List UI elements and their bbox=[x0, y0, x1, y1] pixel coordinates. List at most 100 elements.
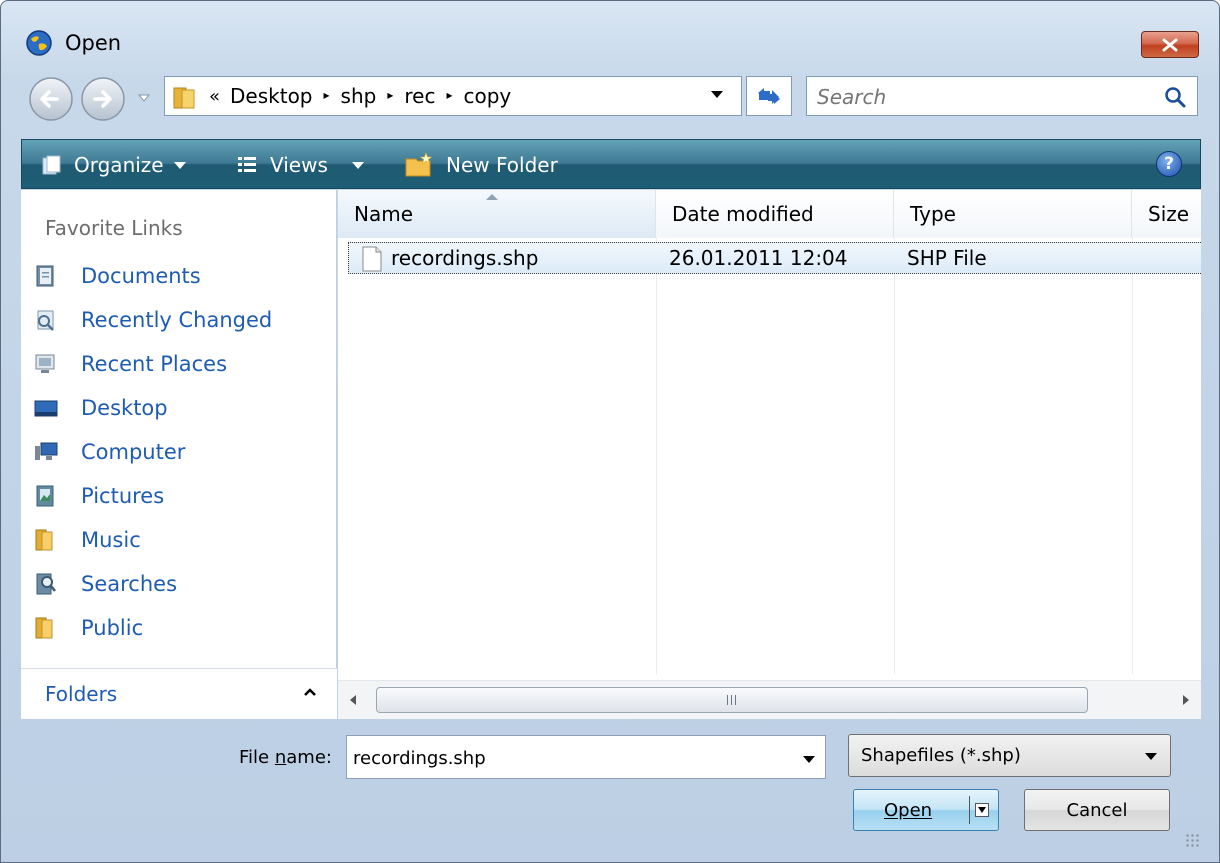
close-button[interactable] bbox=[1141, 31, 1199, 58]
views-button[interactable]: Views bbox=[236, 150, 364, 180]
cancel-button[interactable]: Cancel bbox=[1024, 789, 1170, 831]
file-name-combo[interactable] bbox=[346, 735, 826, 779]
window-title: Open bbox=[65, 31, 122, 55]
organize-icon bbox=[42, 155, 61, 175]
resize-grip-icon[interactable] bbox=[1185, 833, 1201, 849]
sidebar-item-computer[interactable]: Computer bbox=[33, 434, 323, 470]
new-folder-icon bbox=[405, 152, 433, 177]
documents-icon bbox=[36, 265, 54, 287]
cancel-label: Cancel bbox=[1066, 800, 1128, 821]
column-header-label: Type bbox=[910, 202, 956, 226]
new-folder-label: New Folder bbox=[446, 153, 558, 177]
sidebar-item-recent-places[interactable]: Recent Places bbox=[33, 346, 323, 382]
sidebar-item-label: Desktop bbox=[81, 396, 168, 420]
title-bar: Open bbox=[1, 1, 1219, 61]
views-icon bbox=[238, 157, 256, 172]
horizontal-scrollbar[interactable] bbox=[338, 680, 1201, 719]
sidebar-item-desktop[interactable]: Desktop bbox=[33, 390, 323, 426]
forward-button[interactable] bbox=[79, 75, 127, 123]
column-header-type[interactable]: Type bbox=[894, 190, 1132, 238]
folders-label: Folders bbox=[45, 682, 118, 706]
desktop-icon bbox=[34, 400, 58, 417]
sidebar-item-label: Public bbox=[81, 616, 144, 640]
chevron-up-icon bbox=[304, 688, 316, 696]
sidebar-item-label: Documents bbox=[81, 264, 201, 288]
pictures-icon bbox=[36, 485, 54, 507]
column-header-size[interactable]: Size bbox=[1132, 190, 1201, 238]
column-divider bbox=[656, 238, 657, 674]
open-button[interactable]: Open bbox=[853, 789, 999, 831]
crumb-copy[interactable]: copy bbox=[463, 84, 511, 108]
open-dialog: Open « Desktop ▸ shp ▸ rec ▸ copy Search… bbox=[0, 0, 1220, 863]
recent-places-icon bbox=[35, 354, 55, 373]
filter-dropdown-icon bbox=[1145, 753, 1157, 760]
public-folder-icon bbox=[35, 617, 53, 639]
sidebar-item-label: Searches bbox=[81, 572, 178, 596]
views-dropdown-icon bbox=[351, 161, 364, 169]
back-button[interactable] bbox=[27, 75, 75, 123]
sidebar-item-recently-changed[interactable]: Recently Changed bbox=[33, 302, 323, 338]
open-label: Open bbox=[884, 800, 933, 821]
favorite-links-header: Favorite Links bbox=[45, 216, 183, 240]
command-toolbar: Organize Views New Folder ? bbox=[21, 139, 1201, 189]
crumb-desktop[interactable]: Desktop bbox=[230, 84, 312, 108]
computer-icon bbox=[35, 442, 58, 460]
scrollbar-thumb[interactable] bbox=[376, 687, 1088, 713]
file-name-input[interactable] bbox=[353, 748, 783, 769]
sidebar-item-label: Recently Changed bbox=[81, 308, 273, 332]
column-header-label: Size bbox=[1148, 202, 1190, 226]
sidebar-item-label: Pictures bbox=[81, 484, 165, 508]
organize-label: Organize bbox=[74, 153, 164, 177]
recent-pages-dropdown[interactable] bbox=[137, 91, 151, 105]
help-icon[interactable]: ? bbox=[1156, 151, 1182, 177]
file-type-filter-select[interactable]: Shapefiles (*.shp) bbox=[848, 734, 1171, 777]
crumb-shp[interactable]: shp bbox=[341, 84, 377, 108]
sidebar-item-documents[interactable]: Documents bbox=[33, 258, 323, 294]
file-list: Name Date modified Type Size recordings.… bbox=[338, 190, 1201, 719]
column-header-name[interactable]: Name bbox=[338, 190, 656, 238]
sidebar-item-music[interactable]: Music bbox=[33, 522, 323, 558]
column-divider bbox=[1132, 238, 1133, 674]
sidebar-item-public[interactable]: Public bbox=[33, 610, 323, 646]
crumb-separator[interactable]: ▸ bbox=[446, 88, 452, 102]
music-folder-icon bbox=[35, 529, 53, 551]
new-folder-button[interactable]: New Folder bbox=[404, 150, 558, 180]
crumb-rec[interactable]: rec bbox=[404, 84, 435, 108]
sidebar-item-label: Computer bbox=[81, 440, 186, 464]
address-bar[interactable]: « Desktop ▸ shp ▸ rec ▸ copy bbox=[164, 76, 742, 116]
open-options-dropdown-icon[interactable] bbox=[975, 803, 989, 817]
file-name-cell: recordings.shp bbox=[391, 246, 539, 270]
searches-icon bbox=[36, 573, 56, 595]
sidebar-item-searches[interactable]: Searches bbox=[33, 566, 323, 602]
folders-toggle[interactable]: Folders bbox=[21, 668, 337, 719]
sidebar-item-pictures[interactable]: Pictures bbox=[33, 478, 323, 514]
address-dropdown-icon[interactable] bbox=[711, 91, 723, 98]
folder-icon bbox=[173, 87, 195, 109]
file-type-filter-value: Shapefiles (*.shp) bbox=[861, 745, 1021, 766]
overflow-chevrons[interactable]: « bbox=[209, 86, 220, 107]
table-row[interactable]: recordings.shp 26.01.2011 12:04 SHP File bbox=[348, 242, 1201, 274]
close-x-icon bbox=[1162, 38, 1178, 51]
file-name-dropdown-icon[interactable] bbox=[803, 756, 815, 763]
sort-ascending-icon bbox=[486, 194, 498, 200]
crumb-separator[interactable]: ▸ bbox=[387, 88, 393, 102]
organize-button[interactable]: Organize bbox=[40, 150, 186, 180]
file-icon bbox=[362, 246, 382, 272]
search-icon[interactable] bbox=[1163, 85, 1187, 109]
file-date-cell: 26.01.2011 12:04 bbox=[669, 246, 848, 270]
scroll-grip-icon bbox=[727, 695, 739, 705]
scroll-right-icon[interactable] bbox=[1183, 695, 1189, 705]
file-name-label: File name: bbox=[239, 747, 332, 768]
search-box[interactable] bbox=[806, 76, 1198, 116]
navigation-pane: Favorite Links Documents Recently Change… bbox=[21, 190, 337, 719]
file-type-cell: SHP File bbox=[907, 246, 987, 270]
column-divider bbox=[894, 238, 895, 674]
column-header-date-modified[interactable]: Date modified bbox=[656, 190, 894, 238]
refresh-button[interactable] bbox=[746, 76, 792, 116]
organize-dropdown-icon bbox=[173, 161, 186, 169]
globe-app-icon bbox=[26, 30, 52, 56]
scroll-left-icon[interactable] bbox=[350, 695, 356, 705]
views-label: Views bbox=[270, 153, 328, 177]
crumb-separator[interactable]: ▸ bbox=[324, 88, 330, 102]
search-input[interactable] bbox=[817, 85, 1147, 109]
